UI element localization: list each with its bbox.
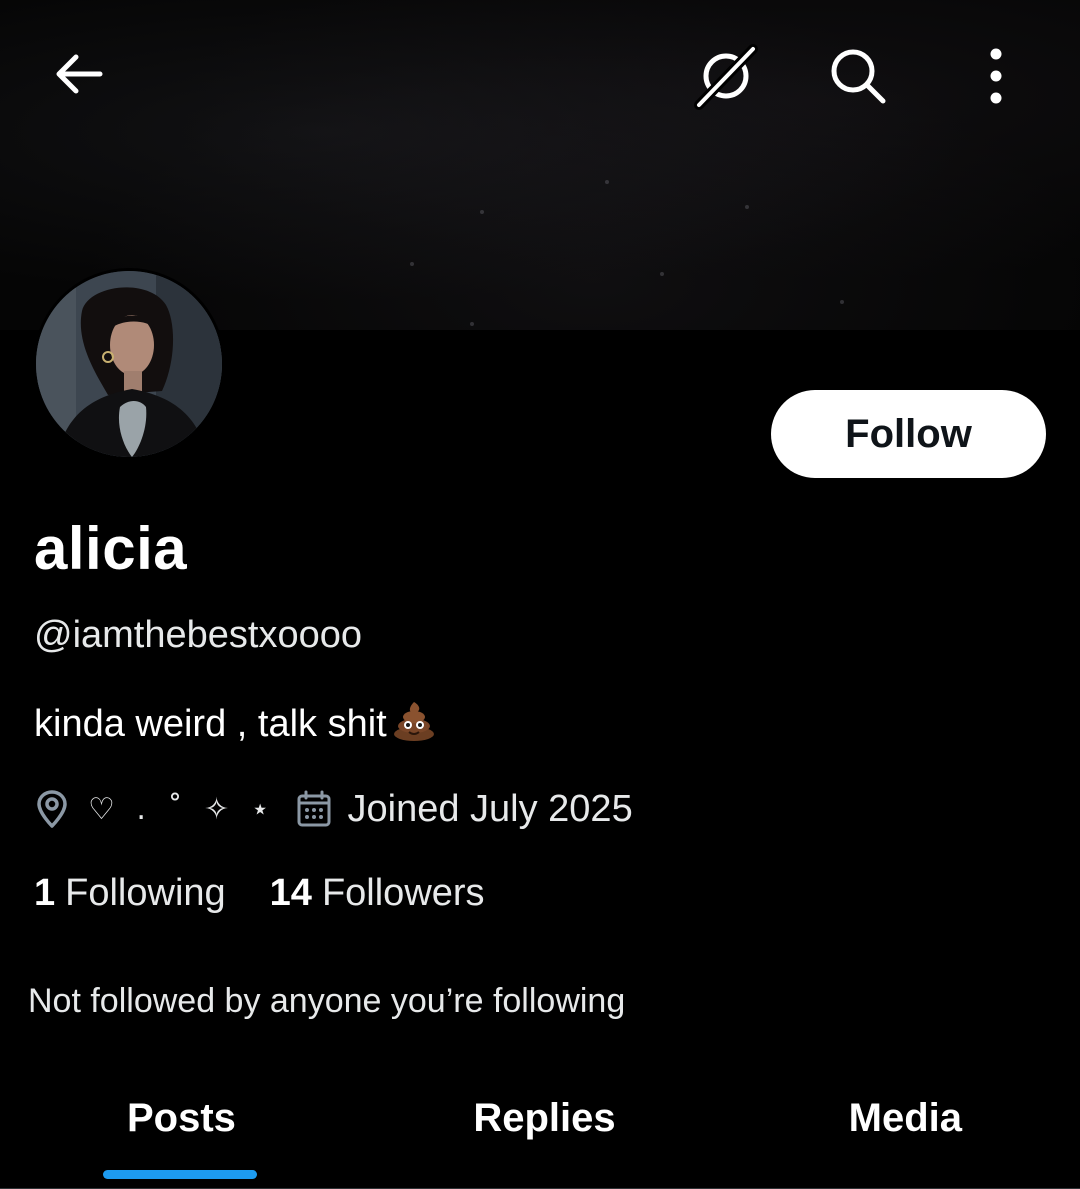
followed-by-note: Not followed by anyone you’re following — [28, 982, 626, 1020]
display-name: alicia — [34, 515, 188, 582]
poop-emoji-icon — [391, 696, 437, 752]
followers-link[interactable]: 14 Followers — [270, 872, 485, 915]
active-tab-indicator — [103, 1170, 257, 1179]
followers-count: 14 — [269, 872, 312, 914]
profile-meta: ♡ . ˚ ✧ ⋆ Joined July 2025 — [34, 784, 633, 834]
bio: kinda weird , talk shit — [34, 696, 437, 752]
following-link[interactable]: 1 Following — [34, 872, 226, 915]
avatar[interactable] — [33, 268, 225, 460]
location-text: ♡ . ˚ ✧ ⋆ — [88, 791, 276, 827]
search-icon — [831, 49, 886, 104]
back-button[interactable] — [40, 36, 116, 112]
tab-media[interactable]: Media — [684, 1080, 1080, 1188]
follow-button[interactable]: Follow — [771, 390, 1046, 478]
follow-stats: 1 Following 14 Followers — [34, 872, 485, 915]
search-button[interactable] — [822, 40, 894, 112]
more-vertical-icon — [990, 48, 1002, 104]
following-count: 1 — [34, 872, 56, 914]
arrow-left-icon — [56, 54, 103, 94]
grok-button[interactable] — [690, 40, 762, 112]
profile-page: Follow alicia @iamthebestxoooo kinda wei… — [0, 0, 1080, 1189]
calendar-icon — [296, 790, 332, 828]
grok-icon — [694, 44, 758, 110]
following-label: Following — [65, 872, 226, 914]
username-handle: @iamthebestxoooo — [34, 614, 362, 656]
followers-label: Followers — [321, 872, 485, 914]
avatar-image — [36, 271, 222, 457]
bio-text: kinda weird , talk shit — [34, 702, 387, 745]
more-options-button[interactable] — [960, 40, 1032, 112]
location-pin-icon — [34, 789, 70, 829]
joined-date: Joined July 2025 — [347, 787, 633, 830]
tab-replies[interactable]: Replies — [405, 1080, 683, 1188]
